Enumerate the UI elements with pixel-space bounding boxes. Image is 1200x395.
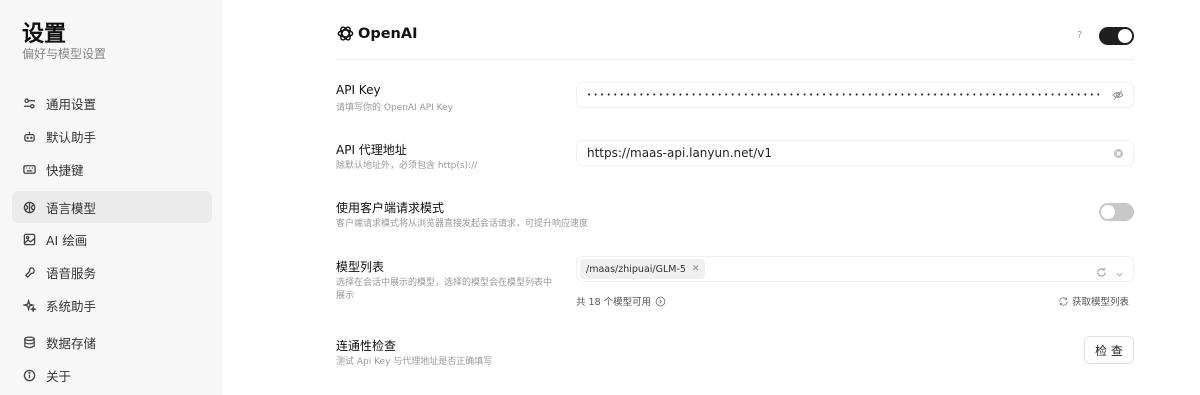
model-select[interactable]: /maas/zhipuai/GLM-5 ✕ bbox=[576, 256, 1134, 282]
sidebar-item-ai-drawing[interactable]: AI 绘画 bbox=[12, 223, 212, 255]
provider-header: OpenAI bbox=[336, 24, 417, 43]
help-icon[interactable]: ? bbox=[1077, 30, 1082, 41]
sidebar-title: 设置 bbox=[22, 22, 67, 47]
provider-enable-toggle[interactable] bbox=[1099, 27, 1134, 45]
model-tag: /maas/zhipuai/GLM-5 ✕ bbox=[580, 259, 706, 279]
sidebar-item-label: 通用设置 bbox=[46, 96, 97, 112]
client-mode-label: 使用客户端请求模式 bbox=[336, 201, 445, 215]
sidebar-item-shortcuts[interactable]: 快捷键 bbox=[12, 153, 212, 185]
sidebar-item-label: 语言模型 bbox=[46, 200, 97, 216]
client-mode-desc: 客户端请求模式将从浏览器直接发起会话请求，可提升响应速度 bbox=[336, 219, 589, 229]
chevron-down-icon[interactable] bbox=[1115, 264, 1124, 283]
toggle-knob bbox=[1101, 205, 1115, 219]
info-circle-icon[interactable] bbox=[655, 296, 666, 307]
sidebar-item-label: AI 绘画 bbox=[46, 232, 88, 248]
client-mode-toggle[interactable] bbox=[1099, 203, 1134, 221]
check-desc: 测试 Api Key 与代理地址是否正确填写 bbox=[336, 357, 493, 367]
check-label: 连通性检查 bbox=[336, 339, 397, 353]
proxy-desc: 除默认地址外，必须包含 http(s):// bbox=[336, 161, 478, 171]
database-icon bbox=[22, 335, 36, 349]
proxy-value: https://maas-api.lanyun.net/v1 bbox=[587, 146, 773, 160]
header-divider bbox=[336, 59, 1134, 60]
sliders-icon bbox=[22, 96, 36, 110]
api-key-input[interactable]: ••••••••••••••••••••••••••••••••••••••••… bbox=[576, 82, 1134, 108]
mic-icon bbox=[22, 265, 36, 279]
sidebar-item-label: 快捷键 bbox=[46, 162, 84, 178]
model-tag-label: /maas/zhipuai/GLM-5 bbox=[586, 263, 686, 275]
sidebar: 设置 偏好与模型设置 通用设置 默认助手 快捷键 语言模型 AI 绘画 语音服务… bbox=[0, 0, 222, 395]
sidebar-item-voice-service[interactable]: 语音服务 bbox=[12, 256, 212, 288]
tag-close-icon[interactable]: ✕ bbox=[692, 264, 700, 274]
sparkles-icon bbox=[22, 298, 36, 312]
brain-icon bbox=[22, 200, 36, 214]
sidebar-item-about[interactable]: 关于 bbox=[12, 359, 212, 391]
sidebar-item-label: 默认助手 bbox=[46, 129, 97, 145]
sidebar-item-label: 系统助手 bbox=[46, 298, 97, 314]
eye-off-icon[interactable] bbox=[1112, 89, 1124, 101]
api-key-desc: 请填写你的 OpenAI API Key bbox=[336, 103, 453, 113]
sidebar-item-system-assistant[interactable]: 系统助手 bbox=[12, 289, 212, 321]
info-icon bbox=[22, 368, 36, 382]
refresh-icon[interactable] bbox=[1096, 263, 1107, 282]
proxy-label: API 代理地址 bbox=[336, 143, 407, 157]
sidebar-item-general[interactable]: 通用设置 bbox=[12, 87, 212, 119]
sidebar-subtitle: 偏好与模型设置 bbox=[22, 47, 107, 61]
main-panel: OpenAI ? API Key 请填写你的 OpenAI API Key ••… bbox=[222, 0, 1200, 395]
api-key-masked-value: ••••••••••••••••••••••••••••••••••••••••… bbox=[587, 91, 1101, 99]
openai-logo-icon bbox=[337, 26, 354, 41]
keyboard-icon bbox=[22, 162, 36, 176]
sync-icon bbox=[1058, 296, 1069, 307]
sidebar-item-label: 数据存储 bbox=[46, 335, 97, 351]
image-icon bbox=[22, 232, 36, 246]
bot-icon bbox=[22, 129, 36, 143]
check-button[interactable]: 检 查 bbox=[1084, 336, 1134, 364]
fetch-models-label: 获取模型列表 bbox=[1072, 297, 1130, 308]
model-count-text: 共 18 个模型可用 bbox=[576, 297, 652, 308]
toggle-knob bbox=[1118, 29, 1132, 43]
proxy-input[interactable]: https://maas-api.lanyun.net/v1 bbox=[576, 140, 1134, 166]
model-list-label: 模型列表 bbox=[336, 260, 385, 274]
model-count: 共 18 个模型可用 bbox=[576, 294, 666, 308]
sidebar-item-default-assistant[interactable]: 默认助手 bbox=[12, 120, 212, 152]
sidebar-item-data-storage[interactable]: 数据存储 bbox=[12, 326, 212, 358]
clear-icon[interactable] bbox=[1112, 147, 1124, 159]
sidebar-item-label: 关于 bbox=[46, 368, 72, 384]
fetch-models-button[interactable]: 获取模型列表 bbox=[1058, 294, 1129, 308]
model-list-desc: 选择在会话中展示的模型，选择的模型会在模型列表中展示 bbox=[336, 278, 553, 301]
api-key-label: API Key bbox=[336, 83, 381, 97]
sidebar-item-label: 语音服务 bbox=[46, 265, 97, 281]
provider-name: OpenAI bbox=[358, 25, 418, 42]
sidebar-item-language-model[interactable]: 语言模型 bbox=[12, 191, 212, 223]
